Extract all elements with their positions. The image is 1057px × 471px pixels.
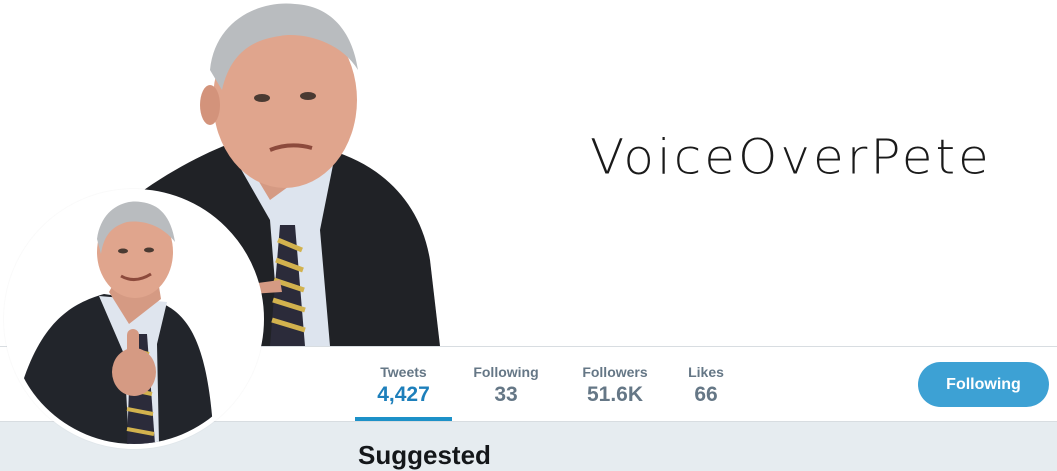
tab-following[interactable]: Following 33 [463,347,549,421]
following-button[interactable]: Following [918,362,1049,407]
tweets-label: Tweets [380,364,427,380]
tab-followers[interactable]: Followers 51.6K [572,347,658,421]
suggested-heading: Suggested [358,440,491,470]
likes-label: Likes [688,364,724,380]
following-count: 33 [494,383,518,406]
followers-count: 51.6K [586,383,644,406]
banner-title-text: VoiceOverPete [590,129,992,185]
tab-likes[interactable]: Likes 66 [678,347,734,421]
followers-label: Followers [582,364,648,380]
following-label: Following [473,364,539,380]
avatar-photo-image [9,194,259,444]
tweets-count: 4,427 [377,383,430,406]
likes-count: 66 [694,383,718,406]
avatar[interactable] [4,189,264,449]
tab-tweets[interactable]: Tweets 4,427 [355,347,452,421]
